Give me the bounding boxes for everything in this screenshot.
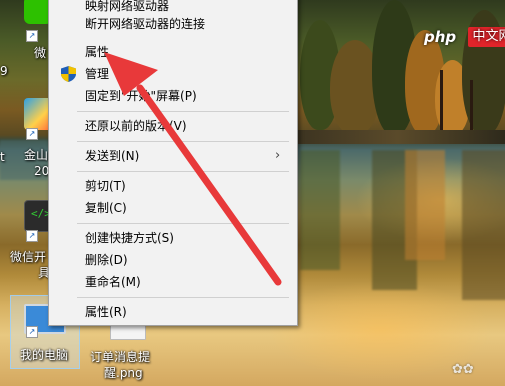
corner-watermark-icon: ✿✿ (452, 362, 474, 377)
php-watermark: php 中文网 (424, 27, 505, 47)
watermark-cn: 中文网 (468, 27, 505, 47)
annotation-arrow-icon (104, 52, 282, 286)
watermark-php: php (424, 28, 457, 46)
